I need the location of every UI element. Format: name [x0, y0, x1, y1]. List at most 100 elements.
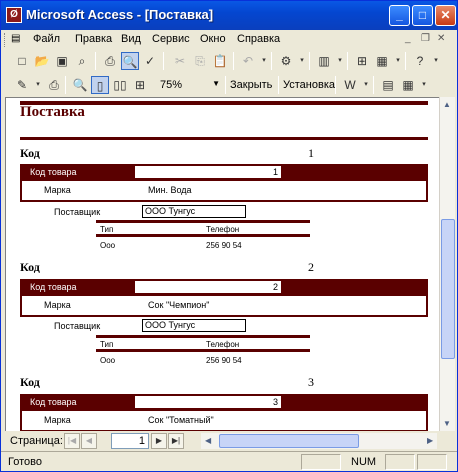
- brand-row: Марка Сок "Томатный": [20, 411, 428, 431]
- mdi-minimize-icon[interactable]: _: [405, 33, 411, 44]
- menu-file[interactable]: Файл: [33, 33, 60, 45]
- first-page-icon[interactable]: |◀: [64, 433, 80, 449]
- mdi-restore-icon[interactable]: ❐: [421, 33, 430, 44]
- zoom-value: 75%: [160, 79, 183, 91]
- multiple-pages-icon[interactable]: ⊞: [131, 76, 149, 94]
- kod-value: 1: [308, 146, 314, 160]
- vertical-scroll-thumb[interactable]: [441, 219, 455, 359]
- separator: [405, 52, 406, 70]
- brand-value: Сок "Томатный": [148, 415, 214, 425]
- separator: [65, 76, 66, 94]
- new-object-dropdown-icon[interactable]: ▾: [415, 76, 433, 94]
- print-preview-icon[interactable]: 🔍: [121, 52, 139, 70]
- database-window-icon[interactable]: ▤: [379, 76, 397, 94]
- sub-value-type: Ооо: [100, 241, 116, 250]
- sub-value-phone: 256 90 54: [206, 241, 242, 250]
- kod-label: Код: [20, 260, 40, 274]
- sub-header-type: Тип: [100, 225, 114, 234]
- subreport-line: [96, 335, 310, 338]
- print-preview-toolbar: ✎ ▾ ⎙ 🔍 ▯ ▯▯ ⊞ 75% ▼ Закрыть Установка W…: [1, 73, 457, 97]
- sub-header-phone: Телефон: [206, 225, 240, 234]
- minimize-button[interactable]: _: [389, 5, 410, 26]
- prev-page-icon[interactable]: ◀: [81, 433, 97, 449]
- next-page-icon[interactable]: ▶: [151, 433, 167, 449]
- scroll-left-icon[interactable]: ◀: [205, 436, 211, 445]
- separator: [309, 52, 310, 70]
- vertical-scrollbar[interactable]: ▲ ▼: [439, 97, 455, 431]
- one-page-icon[interactable]: ▯: [91, 76, 109, 94]
- search-icon[interactable]: ⌕: [73, 52, 91, 70]
- zoom-icon[interactable]: 🔍: [71, 76, 89, 94]
- separator: [95, 52, 96, 70]
- product-code-row: Код товара 1: [20, 164, 428, 181]
- brand-row: Марка Сок "Чемпион": [20, 296, 428, 317]
- new-icon[interactable]: □: [13, 52, 31, 70]
- brand-value: Мин. Вода: [148, 185, 192, 195]
- two-pages-icon[interactable]: ▯▯: [111, 76, 129, 94]
- separator: [373, 76, 374, 94]
- doc-icon[interactable]: ▤: [11, 33, 21, 46]
- page-navigation: Страница: |◀ ◀ 1 ▶ ▶| ◀ ▶: [1, 431, 457, 451]
- open-icon[interactable]: 📂: [33, 52, 51, 70]
- window-title: Microsoft Access - [Поставка]: [26, 7, 214, 22]
- print-icon[interactable]: ⎙: [45, 76, 63, 94]
- sub-value-type: Ооо: [100, 356, 116, 365]
- kod-value: 2: [308, 260, 314, 274]
- subreport-line: [96, 234, 310, 237]
- setup-button[interactable]: Установка: [283, 79, 335, 91]
- save-icon[interactable]: ▣: [53, 52, 71, 70]
- status-cell: [385, 454, 415, 470]
- brand-value: Сок "Чемпион": [148, 300, 210, 310]
- menu-view[interactable]: Вид: [121, 33, 141, 45]
- separator: [271, 52, 272, 70]
- report-title: Поставка: [20, 104, 85, 120]
- cut-icon[interactable]: ✂: [171, 52, 189, 70]
- horizontal-scroll-thumb[interactable]: [219, 434, 359, 448]
- scroll-down-icon[interactable]: ▼: [443, 419, 451, 428]
- sub-value-phone: 256 90 54: [206, 356, 242, 365]
- spelling-icon[interactable]: ✓: [141, 52, 159, 70]
- last-page-icon[interactable]: ▶|: [168, 433, 184, 449]
- standard-toolbar: □ 📂 ▣ ⌕ ⎙ 🔍 ✓ ✂ ⎘ 📋 ↶ ▾ ⚙ ▾ ▥ ▾ ⊞ ▦ ▾ ? …: [1, 49, 457, 73]
- page-number-input[interactable]: 1: [111, 433, 149, 449]
- kod-value: 3: [308, 375, 314, 389]
- separator: [335, 76, 336, 94]
- print-icon[interactable]: ⎙: [101, 52, 119, 70]
- report-preview[interactable]: Поставка Код 1 Код товара 1 Марка Мин. В…: [5, 97, 439, 431]
- product-code-value: 2: [134, 280, 282, 294]
- title-bar: Ø Microsoft Access - [Поставка] _ □ ✕: [1, 1, 457, 30]
- scroll-right-icon[interactable]: ▶: [427, 436, 433, 445]
- num-lock-indicator: NUM: [351, 456, 377, 468]
- menu-edit[interactable]: Правка: [75, 33, 112, 45]
- help-dropdown-icon[interactable]: ▾: [427, 52, 445, 70]
- page-label: Страница:: [10, 435, 63, 447]
- supplier-label: Поставщик: [54, 321, 101, 331]
- scroll-up-icon[interactable]: ▲: [443, 100, 451, 109]
- report-title-line: [20, 137, 428, 140]
- separator: [225, 76, 226, 94]
- product-code-label: Код товара: [30, 397, 77, 407]
- status-cell: [417, 454, 447, 470]
- menu-help[interactable]: Справка: [237, 33, 280, 45]
- kod-label: Код: [20, 375, 40, 389]
- close-button[interactable]: ✕: [435, 5, 456, 26]
- status-bar: Готово NUM: [1, 451, 457, 471]
- subreport-line: [96, 220, 310, 223]
- access-window: Ø Microsoft Access - [Поставка] _ □ ✕ ▤ …: [0, 0, 458, 472]
- access-key-icon[interactable]: Ø: [6, 7, 22, 23]
- status-cell: [301, 454, 341, 470]
- menu-window[interactable]: Окно: [200, 33, 226, 45]
- maximize-button[interactable]: □: [412, 5, 433, 26]
- mdi-close-icon[interactable]: ✕: [437, 33, 445, 44]
- relationships-icon[interactable]: ⊞: [353, 52, 371, 70]
- product-code-label: Код товара: [30, 282, 77, 292]
- paste-icon[interactable]: 📋: [211, 52, 229, 70]
- copy-icon[interactable]: ⎘: [191, 52, 209, 70]
- product-code-value: 1: [134, 165, 282, 179]
- horizontal-scrollbar[interactable]: ◀ ▶: [201, 433, 437, 449]
- sub-header-type: Тип: [100, 340, 114, 349]
- zoom-select[interactable]: 75% ▼: [157, 76, 223, 94]
- close-preview-button[interactable]: Закрыть: [230, 79, 272, 91]
- separator: [278, 76, 279, 94]
- menu-tools[interactable]: Сервис: [152, 33, 190, 45]
